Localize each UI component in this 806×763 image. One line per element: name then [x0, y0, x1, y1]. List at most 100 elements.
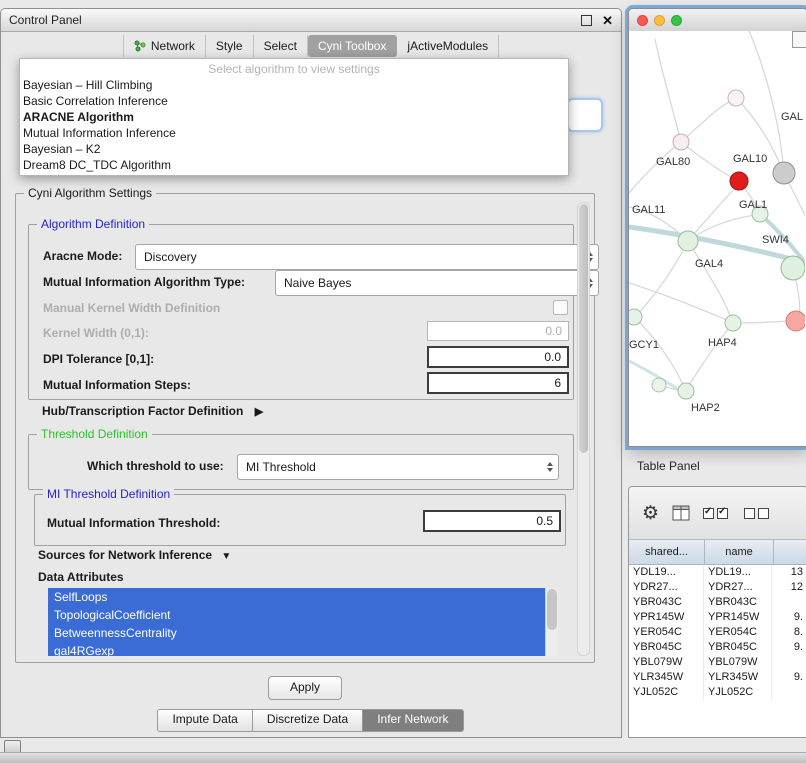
dropdown-item[interactable]: Mutual Information Inference	[20, 125, 568, 141]
dropdown-item[interactable]: Bayesian – K2	[20, 141, 568, 157]
network-edge[interactable]	[681, 99, 734, 142]
table-cell	[772, 595, 806, 610]
mi-steps-label: Mutual Information Steps:	[43, 378, 191, 392]
mi-steps-field[interactable]: 6	[427, 372, 569, 394]
data-attributes-list: SelfLoops TopologicalCoefficient Between…	[48, 588, 558, 656]
sources-label: Sources for Network Inference	[38, 548, 212, 562]
settings-scrollbar[interactable]	[577, 202, 590, 656]
table-row[interactable]: YPR145WYPR145W9.	[629, 610, 806, 625]
network-tab-icon	[134, 40, 146, 52]
dropdown-item-selected[interactable]: ARACNE Algorithm	[20, 109, 568, 125]
table-cell: YPR145W	[704, 610, 772, 625]
tab-infer-network[interactable]: Infer Network	[362, 709, 463, 732]
table-row[interactable]: YLR345WYLR345W9.	[629, 670, 806, 685]
table-row[interactable]: YDR27...YDR27...12	[629, 580, 806, 595]
network-canvas[interactable]: GAL80GALGAL10GAL11GAL1SWI4GAL4GCY1HAP4HA…	[629, 31, 806, 446]
kernel-width-field[interactable]: 0.0	[427, 321, 569, 341]
zoom-traffic-light-icon[interactable]	[671, 15, 682, 26]
table-cell: YJL052C	[629, 685, 704, 700]
table-cell	[772, 655, 806, 670]
mi-threshold-field[interactable]: 0.5	[423, 510, 561, 532]
network-edge[interactable]	[629, 283, 729, 321]
deselect-all-checkboxes-icon[interactable]	[744, 508, 772, 519]
birdseye-view-box[interactable]	[792, 31, 806, 48]
table-cell: 13	[772, 565, 806, 580]
hub-definition-toggle[interactable]: Hub/Transcription Factor Definition ▶	[42, 404, 263, 418]
tab-select[interactable]: Select	[254, 35, 308, 57]
network-node-label: GAL10	[733, 153, 767, 165]
network-node[interactable]	[678, 383, 694, 399]
table-row[interactable]: YER054CYER054C8.	[629, 625, 806, 640]
algorithm-dropdown-popup: Select algorithm to view settings Bayesi…	[19, 58, 569, 176]
tab-style[interactable]: Style	[206, 35, 254, 57]
apply-button[interactable]: Apply	[268, 676, 342, 700]
dpi-tolerance-field[interactable]: 0.0	[427, 346, 569, 368]
network-edge[interactable]	[688, 323, 733, 387]
network-node-label: SWI4	[762, 234, 789, 246]
minimize-traffic-light-icon[interactable]	[654, 15, 665, 26]
table-row[interactable]: YJL052CYJL052C	[629, 685, 806, 700]
table-cell: YJL052C	[704, 685, 772, 700]
network-node[interactable]	[725, 315, 741, 331]
column-header[interactable]: name	[705, 540, 774, 564]
float-window-icon[interactable]	[581, 15, 592, 26]
table-cell	[772, 685, 806, 700]
network-edge[interactable]	[749, 31, 783, 163]
table-cell: YBL079W	[704, 655, 772, 670]
network-node[interactable]	[678, 231, 698, 251]
tab-cyni-toolbox[interactable]: Cyni Toolbox	[308, 35, 397, 57]
dropdown-item[interactable]: Basic Correlation Inference	[20, 93, 568, 109]
which-threshold-select[interactable]: MI Threshold	[237, 454, 559, 480]
network-node[interactable]	[629, 309, 642, 325]
attribute-item-selected[interactable]: BetweennessCentrality	[48, 624, 545, 642]
dropdown-item[interactable]: Bayesian – Hill Climbing	[20, 77, 568, 93]
network-edge[interactable]	[655, 39, 681, 142]
algorithm-definition-group: Algorithm Definition Aracne Mode: Discov…	[28, 224, 574, 400]
table-cell: YLR345W	[629, 670, 704, 685]
network-view-window: GAL80GALGAL10GAL11GAL1SWI4GAL4GCY1HAP4HA…	[628, 8, 806, 447]
network-node[interactable]	[728, 90, 744, 106]
tab-label: Cyni Toolbox	[318, 39, 386, 53]
network-edge[interactable]	[637, 241, 688, 315]
attribute-item-selected[interactable]: SelfLoops	[48, 588, 545, 606]
manual-kernel-width-checkbox[interactable]	[553, 300, 568, 315]
aracne-mode-select[interactable]: Discovery	[135, 244, 599, 270]
network-node[interactable]	[781, 256, 805, 280]
window-bottom-edge	[0, 752, 806, 763]
table-row[interactable]: YDL19...YDL19...13	[629, 565, 806, 580]
network-node[interactable]	[730, 172, 748, 190]
tab-impute-data[interactable]: Impute Data	[157, 709, 252, 732]
dropdown-item[interactable]: Dream8 DC_TDC Algorithm	[20, 157, 568, 173]
list-scrollbar[interactable]	[545, 588, 558, 656]
gear-icon[interactable]: ⚙	[642, 504, 659, 523]
column-selector-icon[interactable]	[672, 505, 690, 521]
column-header[interactable]: shared...	[629, 540, 705, 564]
table-row[interactable]: YBL079WYBL079W	[629, 655, 806, 670]
table-cell: 9.	[772, 640, 806, 655]
close-traffic-light-icon[interactable]	[637, 15, 648, 26]
column-header[interactable]	[774, 540, 806, 564]
network-edge[interactable]	[634, 317, 683, 385]
network-node[interactable]	[652, 378, 666, 392]
close-icon[interactable]: ✕	[602, 14, 613, 27]
tab-jactivemodules[interactable]: jActiveModules	[397, 35, 499, 57]
mi-algorithm-type-select[interactable]: Naive Bayes	[275, 270, 599, 296]
network-node[interactable]	[773, 162, 795, 184]
attribute-item-selected[interactable]: gal4RGexp	[48, 642, 545, 656]
network-node[interactable]	[786, 311, 805, 331]
network-node[interactable]	[673, 134, 689, 150]
tab-network[interactable]: Network	[123, 35, 206, 57]
table-panel-caption: Table Panel	[637, 459, 700, 473]
group-title: Algorithm Definition	[37, 217, 149, 231]
select-all-checkboxes-icon[interactable]	[703, 508, 731, 519]
sources-toggle[interactable]: Sources for Network Inference ▼	[38, 548, 231, 562]
table-cell: YDL19...	[704, 565, 772, 580]
tab-label: Style	[216, 39, 243, 53]
attribute-item-selected[interactable]: TopologicalCoefficient	[48, 606, 545, 624]
table-row[interactable]: YBR043CYBR043C	[629, 595, 806, 610]
table-row[interactable]: YBR045CYBR045C9.	[629, 640, 806, 655]
tab-discretize-data[interactable]: Discretize Data	[252, 709, 363, 732]
partially-hidden-spinner-field[interactable]	[567, 98, 603, 132]
network-node-label: GCY1	[629, 339, 659, 351]
table-cell: 8.	[772, 625, 806, 640]
